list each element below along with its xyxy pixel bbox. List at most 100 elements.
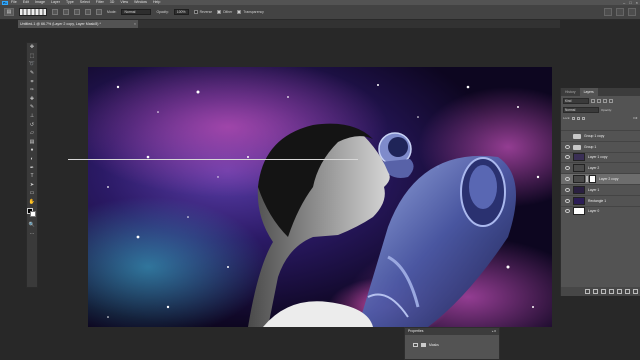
add-mask-icon[interactable] bbox=[601, 289, 606, 294]
dither-checkbox[interactable]: Dither bbox=[217, 10, 232, 14]
visibility-eye-icon[interactable] bbox=[565, 177, 570, 182]
layer-name: Layer 2 bbox=[588, 166, 600, 171]
gradient-picker[interactable] bbox=[19, 8, 47, 16]
layer-name: Layer 1 bbox=[588, 187, 600, 192]
workspace-switcher-icon[interactable] bbox=[616, 8, 624, 16]
layer-name: Group 1 bbox=[584, 144, 597, 149]
lock-pixels-icon[interactable] bbox=[572, 116, 576, 120]
shape-tool-icon[interactable]: ▭ bbox=[27, 189, 37, 198]
vector-mask-icon[interactable] bbox=[421, 343, 426, 347]
layer-row[interactable]: Group 1 bbox=[561, 140, 640, 152]
tab-history[interactable]: History bbox=[561, 88, 580, 96]
lock-position-icon[interactable] bbox=[577, 116, 581, 120]
layer-style-icon[interactable] bbox=[593, 289, 598, 294]
blend-row: Normal Opacity: bbox=[561, 105, 640, 114]
delete-layer-icon[interactable] bbox=[633, 289, 638, 294]
lasso-tool-icon[interactable]: ➰ bbox=[27, 60, 37, 69]
folder-icon bbox=[573, 133, 581, 140]
hand-tool-icon[interactable]: ✋ bbox=[27, 198, 37, 207]
fill-label: Fill: bbox=[633, 116, 638, 120]
marquee-tool-icon[interactable]: ⬚ bbox=[27, 52, 37, 61]
link-layers-icon[interactable] bbox=[585, 289, 590, 294]
dither-check-box[interactable] bbox=[217, 10, 222, 14]
document-canvas[interactable] bbox=[88, 67, 552, 327]
close-tab-icon[interactable]: × bbox=[134, 20, 136, 28]
pen-tool-icon[interactable]: ✒ bbox=[27, 163, 37, 172]
new-layer-icon[interactable] bbox=[625, 289, 630, 294]
opacity-field[interactable]: 100% bbox=[173, 9, 189, 15]
reverse-check-box[interactable] bbox=[193, 10, 198, 14]
quick-select-tool-icon[interactable]: ✎ bbox=[27, 69, 37, 78]
diamond-gradient-button[interactable] bbox=[96, 9, 102, 15]
visibility-eye-icon[interactable] bbox=[565, 187, 570, 192]
transparency-check-box[interactable] bbox=[237, 10, 242, 14]
gradient-tool-icon[interactable]: ▤ bbox=[27, 138, 37, 147]
move-tool-icon[interactable]: ✥ bbox=[27, 43, 37, 52]
layer-row[interactable]: Layer 1 copy bbox=[561, 151, 640, 163]
gradient-tool-preset-icon[interactable]: ▤ bbox=[4, 8, 14, 16]
more-tools-icon[interactable]: … bbox=[27, 229, 37, 238]
visibility-eye-icon[interactable] bbox=[565, 144, 570, 149]
pixel-mask-icon[interactable] bbox=[413, 343, 418, 347]
document-tab[interactable]: Untitled-1 @ 66.7% (Layer 2 copy, Layer … bbox=[18, 20, 138, 28]
document-tab-bar: Untitled-1 @ 66.7% (Layer 2 copy, Layer … bbox=[18, 20, 560, 28]
transparency-checkbox[interactable]: Transparency bbox=[237, 10, 264, 14]
eyedropper-tool-icon[interactable]: ✑ bbox=[27, 86, 37, 95]
layer-row[interactable]: Layer 0 bbox=[561, 205, 640, 217]
lock-row: Lock: Fill: bbox=[561, 114, 640, 122]
blur-tool-icon[interactable]: ● bbox=[27, 146, 37, 155]
new-group-icon[interactable] bbox=[617, 289, 622, 294]
dodge-tool-icon[interactable]: ◐ bbox=[27, 155, 37, 164]
history-brush-icon[interactable]: ↺ bbox=[27, 120, 37, 129]
visibility-eye-icon[interactable] bbox=[565, 155, 570, 160]
properties-title: Properties bbox=[408, 329, 424, 333]
dither-label: Dither bbox=[223, 10, 233, 14]
color-swatches[interactable] bbox=[27, 208, 37, 218]
share-icon[interactable] bbox=[628, 8, 636, 16]
visibility-eye-icon[interactable] bbox=[565, 198, 570, 203]
type-tool-icon[interactable]: T bbox=[27, 172, 37, 181]
visibility-eye-icon[interactable] bbox=[565, 166, 570, 171]
toolbox: ✥ ⬚ ➰ ✎ ⌗ ✑ ✚ ✎ ⊥ ↺ ▱ ▤ ● ◐ ✒ T ➤ ▭ ✋ 🔍… bbox=[26, 42, 38, 288]
radial-gradient-button[interactable] bbox=[63, 9, 69, 15]
panel-menu-icon[interactable]: » ≡ bbox=[492, 328, 496, 335]
visibility-eye-icon[interactable] bbox=[565, 134, 570, 138]
reverse-checkbox[interactable]: Reverse bbox=[193, 10, 212, 14]
brush-tool-icon[interactable]: ✎ bbox=[27, 103, 37, 112]
eraser-tool-icon[interactable]: ▱ bbox=[27, 129, 37, 138]
kind-filter-select[interactable]: Kind bbox=[563, 97, 589, 104]
layer-mask-thumbnail[interactable] bbox=[589, 175, 596, 184]
adjustment-filter-icon[interactable] bbox=[597, 98, 601, 103]
search-icon[interactable] bbox=[604, 8, 612, 16]
angle-gradient-button[interactable] bbox=[74, 9, 80, 15]
reflected-gradient-button[interactable] bbox=[85, 9, 91, 15]
zoom-tool-icon[interactable]: 🔍 bbox=[27, 220, 37, 229]
layer-row[interactable]: Layer 2 bbox=[561, 162, 640, 174]
pixel-filter-icon[interactable] bbox=[591, 98, 595, 103]
linear-gradient-button[interactable] bbox=[52, 9, 58, 15]
path-select-icon[interactable]: ➤ bbox=[27, 181, 37, 190]
adjustment-layer-icon[interactable] bbox=[609, 289, 614, 294]
visibility-eye-icon[interactable] bbox=[565, 209, 570, 214]
blend-mode-select[interactable]: Normal bbox=[563, 106, 599, 113]
properties-panel: Properties » ≡ Masks bbox=[404, 327, 500, 360]
layer-row[interactable]: Layer 1 bbox=[561, 183, 640, 195]
properties-masks-label: Masks bbox=[429, 343, 439, 347]
layer-list: Group 1 copy Group 1 Layer 1 copy Layer 2 La… bbox=[561, 130, 640, 217]
clone-stamp-icon[interactable]: ⊥ bbox=[27, 112, 37, 121]
layer-row[interactable]: Rectangle 1 bbox=[561, 194, 640, 206]
mode-select[interactable]: Normal bbox=[121, 9, 152, 15]
layer-row[interactable]: Group 1 copy bbox=[561, 130, 640, 141]
background-color-swatch[interactable] bbox=[30, 211, 36, 218]
mask-link-icon[interactable] bbox=[586, 176, 588, 183]
transparency-label: Transparency bbox=[243, 10, 264, 14]
layer-name: Layer 2 copy bbox=[599, 177, 619, 182]
type-filter-icon[interactable] bbox=[603, 98, 607, 103]
lock-all-icon[interactable] bbox=[582, 116, 586, 120]
crop-tool-icon[interactable]: ⌗ bbox=[27, 77, 37, 86]
shape-filter-icon[interactable] bbox=[609, 98, 613, 103]
photoshop-window: Ps File Edit Image Layer Type Select Fil… bbox=[0, 0, 640, 360]
tab-layers[interactable]: Layers bbox=[579, 88, 598, 96]
healing-brush-icon[interactable]: ✚ bbox=[27, 95, 37, 104]
layer-row[interactable]: Layer 2 copy bbox=[561, 173, 640, 184]
